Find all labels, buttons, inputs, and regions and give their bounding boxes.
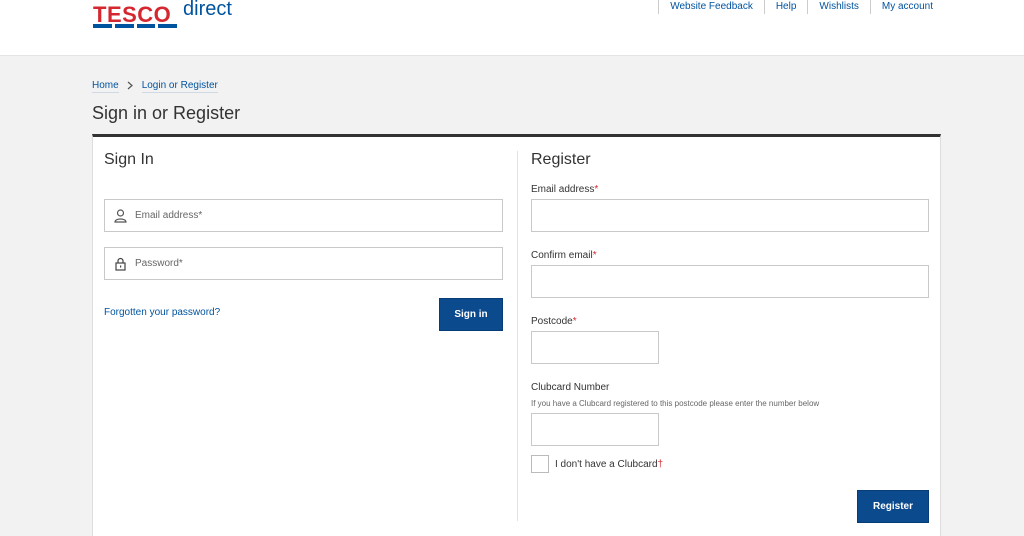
postcode-input[interactable] — [531, 331, 659, 364]
clubcard-hint: If you have a Clubcard registered to thi… — [531, 399, 820, 408]
user-icon — [114, 209, 127, 223]
lock-icon — [114, 257, 127, 271]
clubcard-input[interactable] — [531, 413, 659, 446]
nav-wishlists[interactable]: Wishlists — [807, 0, 869, 14]
register-button[interactable]: Register — [857, 490, 929, 523]
nav-website-feedback[interactable]: Website Feedback — [658, 0, 764, 14]
confirm-email-label: Confirm email* — [531, 250, 597, 261]
signin-email-input[interactable] — [135, 200, 495, 231]
no-clubcard-checkbox[interactable] — [531, 455, 549, 473]
signin-email-field[interactable] — [104, 199, 503, 232]
forgot-password-link[interactable]: Forgotten your password? — [104, 307, 220, 318]
postcode-label: Postcode* — [531, 316, 577, 327]
panel-divider — [517, 151, 518, 521]
register-email-input[interactable] — [531, 199, 929, 232]
logo-suffix-text: direct — [183, 0, 232, 20]
confirm-email-input[interactable] — [531, 265, 929, 298]
nav-my-account[interactable]: My account — [869, 0, 944, 14]
sign-in-button[interactable]: Sign in — [439, 298, 503, 331]
breadcrumb: Home Login or Register — [92, 80, 218, 93]
clubcard-label: Clubcard Number — [531, 382, 610, 393]
top-nav: Website Feedback Help Wishlists My accou… — [658, 0, 944, 14]
chevron-right-icon — [127, 81, 133, 93]
page-title: Sign in or Register — [92, 103, 241, 123]
site-header: TESCO direct Website Feedback Help Wishl… — [0, 0, 1024, 56]
breadcrumb-home[interactable]: Home — [92, 80, 119, 93]
register-heading: Register — [531, 151, 591, 168]
breadcrumb-current[interactable]: Login or Register — [141, 80, 218, 93]
signin-heading: Sign In — [104, 151, 154, 168]
email-label: Email address* — [531, 184, 599, 195]
signin-password-field[interactable] — [104, 247, 503, 280]
signin-password-input[interactable] — [135, 248, 495, 279]
no-clubcard-label[interactable]: I don't have a Clubcard† — [555, 459, 663, 470]
logo-stripes — [93, 24, 177, 28]
auth-panel: Sign In Forgotten your password? Sign in… — [92, 134, 941, 536]
nav-help[interactable]: Help — [763, 0, 808, 14]
